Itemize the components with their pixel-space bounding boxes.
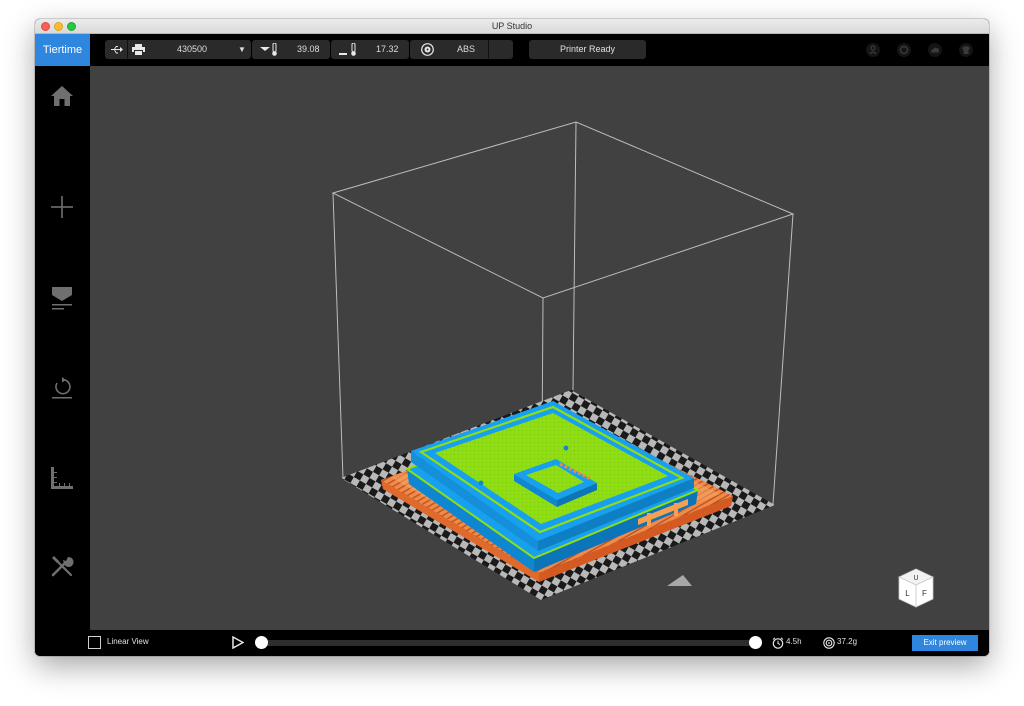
chevron-down-icon: ▼ (238, 45, 246, 54)
title-bar: UP Studio (35, 19, 989, 34)
tiertime-logo: Tiertime (35, 34, 90, 66)
shirt-icon[interactable] (959, 43, 973, 57)
material-selector[interactable]: ABS (410, 40, 513, 59)
layer-slider-start-handle[interactable] (255, 636, 268, 649)
add-icon (51, 196, 73, 218)
view-cube-left-label[interactable]: L (905, 589, 910, 598)
settings-icon[interactable] (897, 43, 911, 57)
maximize-window-button[interactable] (67, 22, 76, 31)
linear-view-checkbox[interactable] (88, 636, 101, 649)
view-cube-top-label[interactable]: U (913, 575, 918, 582)
view-cube-front-label[interactable]: F (922, 589, 927, 598)
printer-id: 430500 (177, 44, 208, 54)
account-icon[interactable] (866, 43, 880, 57)
clock-icon (772, 637, 784, 649)
bed-temperature: 17.32 (331, 40, 409, 59)
nozzle-temperature: 39.08 (252, 40, 330, 59)
nozzle-temp-value: 39.08 (297, 44, 320, 54)
sidebar-item-maintenance[interactable] (48, 552, 76, 580)
bed-thermometer-icon (339, 43, 356, 56)
usb-icon (111, 46, 123, 54)
bed-temp-value: 17.32 (376, 44, 399, 54)
sidebar-item-home[interactable] (48, 82, 76, 110)
calibrate-icon (51, 467, 73, 489)
left-sidebar (35, 66, 90, 631)
front-direction-arrow (667, 575, 692, 586)
sidebar-item-add[interactable] (48, 193, 76, 221)
print-weight-value: 37.2g (837, 637, 858, 646)
exit-preview-button[interactable]: Exit preview (912, 635, 978, 651)
material-value: ABS (457, 44, 476, 54)
layer-slider-track[interactable] (258, 640, 754, 646)
top-toolbar: 430500 ▼ 39.08 17.32 ABS Printer Ready (90, 34, 989, 66)
nozzle-thermometer-icon (260, 43, 277, 56)
app-window: UP Studio Tiertime 430500 ▼ 39.08 17.32 … (35, 19, 989, 656)
sidebar-item-initialize[interactable] (48, 374, 76, 402)
view-cube[interactable]: U L F (896, 567, 936, 609)
printer-selector[interactable]: 430500 ▼ (105, 40, 251, 59)
3d-viewport[interactable]: U L F (90, 66, 989, 630)
minimize-window-button[interactable] (54, 22, 63, 31)
print-time-value: 4.5h (786, 637, 802, 646)
play-icon[interactable] (232, 636, 244, 649)
close-window-button[interactable] (41, 22, 50, 31)
linear-view-label: Linear View (107, 637, 149, 646)
filament-spool-icon (421, 43, 434, 56)
sidebar-item-print[interactable] (48, 284, 76, 312)
printer-status: Printer Ready (529, 40, 646, 59)
filament-weight-icon (823, 637, 835, 649)
window-title: UP Studio (491, 21, 533, 31)
initialize-icon (52, 377, 72, 399)
maintenance-icon (51, 556, 74, 577)
bottom-bar: Linear View 4.5h 37.2g Exit preview (35, 630, 989, 656)
home-icon (51, 86, 73, 106)
sidebar-item-calibrate[interactable] (48, 464, 76, 492)
cloud-icon[interactable] (928, 43, 942, 57)
layer-slider-end-handle[interactable] (749, 636, 762, 649)
printer-icon (132, 44, 145, 55)
print-icon (52, 287, 72, 310)
